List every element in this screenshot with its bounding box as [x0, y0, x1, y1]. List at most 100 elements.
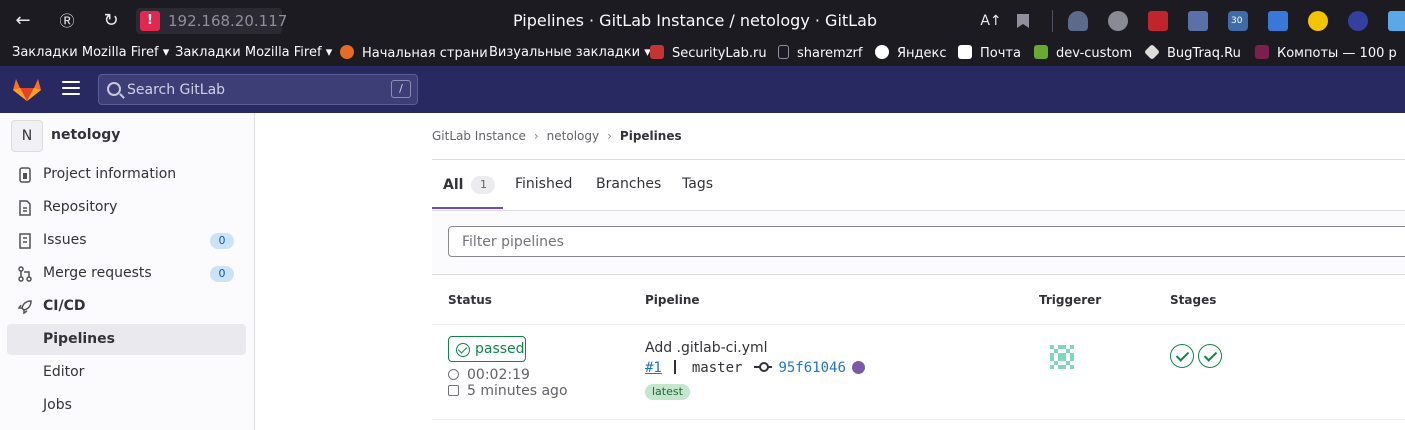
- extension-yellow-icon[interactable]: [1308, 11, 1328, 31]
- bookmark-item[interactable]: Закладки Mozilla Firef ▾: [175, 45, 332, 60]
- search-input[interactable]: Search GitLab /: [98, 74, 418, 105]
- clock-icon: [448, 369, 459, 380]
- sidebar-item-label: Jobs: [43, 397, 72, 413]
- tab-label: Finished: [515, 176, 573, 192]
- tab-label: All: [443, 177, 464, 193]
- breadcrumb-item[interactable]: netology: [547, 129, 599, 143]
- sidebar-item-project-information[interactable]: Project information: [7, 159, 246, 190]
- bookmark-item[interactable]: Начальная страни: [340, 45, 488, 61]
- yandex-icon: [875, 45, 889, 59]
- tab-count-badge: 1: [471, 176, 496, 194]
- sidebar-item-label: Repository: [43, 199, 118, 215]
- finished-text: 5 minutes ago: [467, 383, 568, 399]
- sidebar-item-repository[interactable]: Repository: [7, 192, 246, 223]
- triggerer-avatar[interactable]: [1046, 341, 1078, 373]
- bookmark-label: Яндекс: [897, 46, 947, 61]
- branch-name[interactable]: master: [692, 360, 743, 376]
- tab-tags[interactable]: Tags: [682, 176, 713, 192]
- extension-bug-icon[interactable]: [1148, 11, 1168, 31]
- bugtraq-icon: [1144, 44, 1160, 60]
- bookmark-item[interactable]: Закладки Mozilla Firef ▾: [12, 45, 169, 60]
- bookmark-item[interactable]: Почта: [958, 45, 1021, 61]
- tab-all[interactable]: All 1: [443, 176, 496, 194]
- yandex-home-icon[interactable]: Ⓡ: [54, 8, 80, 34]
- extension-mail-icon[interactable]: [1188, 11, 1208, 31]
- bookmark-star-icon[interactable]: [1010, 8, 1036, 34]
- gitlab-logo-icon[interactable]: [12, 78, 42, 102]
- pipeline-id-link[interactable]: #1: [645, 360, 662, 376]
- chevron-right-icon: ›: [533, 129, 539, 143]
- sidebar-item-editor[interactable]: Editor: [7, 357, 246, 388]
- extension-weather-icon[interactable]: 30: [1228, 11, 1248, 31]
- sidebar-item-label: Pipelines: [43, 331, 115, 347]
- bookmark-label: Компоты — 100 р: [1277, 46, 1397, 61]
- bookmark-item[interactable]: SecurityLab.ru: [650, 45, 767, 61]
- sidebar-item-label: Merge requests: [43, 265, 152, 281]
- extension-shield-icon[interactable]: [1108, 11, 1128, 31]
- insecure-warning-icon[interactable]: !: [140, 11, 160, 31]
- active-tab-indicator: [432, 207, 503, 209]
- project-name: netology: [51, 127, 121, 143]
- commit-author-avatar[interactable]: [851, 361, 865, 374]
- sidebar-item-ci-cd[interactable]: CI/CD: [7, 291, 246, 322]
- extension-cloud-icon[interactable]: [1068, 11, 1088, 31]
- column-header-pipeline: Pipeline: [645, 293, 700, 307]
- bookmark-item[interactable]: dev-custom: [1034, 45, 1132, 61]
- issues-icon: [19, 233, 31, 249]
- url-bar[interactable]: ! 192.168.20.117: [136, 8, 287, 34]
- tab-branches[interactable]: Branches: [596, 176, 661, 192]
- sidebar-item-pipelines[interactable]: Pipelines: [7, 324, 246, 355]
- menu-icon[interactable]: [62, 81, 80, 97]
- reload-icon[interactable]: ↻: [98, 8, 124, 34]
- column-header-status: Status: [448, 293, 492, 307]
- extension-globe-icon[interactable]: [1348, 11, 1368, 31]
- merge-icon: [18, 266, 32, 282]
- pipeline-ref-line: #1 master 95f61046: [645, 360, 865, 376]
- bookmark-item[interactable]: Яндекс: [875, 45, 947, 61]
- rocket-icon: [17, 300, 32, 315]
- commit-title[interactable]: Add .gitlab-ci.yml: [645, 340, 768, 356]
- search-placeholder: Search GitLab: [127, 82, 226, 98]
- search-shortcut-hint: /: [391, 80, 411, 98]
- breadcrumb-item[interactable]: GitLab Instance: [432, 129, 526, 143]
- bookmark-label: Почта: [980, 46, 1021, 61]
- tab-finished[interactable]: Finished: [515, 176, 572, 192]
- sidebar-item-issues[interactable]: Issues 0: [7, 225, 246, 256]
- table-header-divider: [432, 324, 1405, 325]
- sidebar-item-merge-requests[interactable]: Merge requests 0: [7, 258, 246, 289]
- stage-status-passed-icon[interactable]: [1170, 344, 1194, 368]
- sidebar-item-label: Editor: [43, 364, 85, 380]
- stage-status-passed-icon[interactable]: [1198, 344, 1222, 368]
- column-header-stages: Stages: [1170, 293, 1217, 307]
- doc-icon: [19, 200, 31, 216]
- browser-titlebar: ← Ⓡ ↻ ! 192.168.20.117 Pipelines · GitLa…: [0, 0, 1405, 42]
- column-header-triggerer: Triggerer: [1039, 293, 1102, 307]
- bookmark-item[interactable]: Визуальные закладки ▾: [489, 45, 651, 60]
- filter-pipelines-input[interactable]: Filter pipelines: [448, 226, 1405, 257]
- bookmark-item[interactable]: sharemzrf: [778, 45, 862, 61]
- chevron-down-icon: ▾: [325, 45, 333, 60]
- breadcrumb: GitLab Instance › netology › Pipelines: [432, 129, 682, 143]
- bookmark-label: dev-custom: [1056, 46, 1133, 61]
- back-icon[interactable]: ←: [10, 8, 36, 34]
- header-divider: [432, 159, 1405, 160]
- sidebar-item-jobs[interactable]: Jobs: [7, 390, 246, 421]
- pipeline-duration: 00:02:19: [448, 367, 530, 383]
- duration-text: 00:02:19: [467, 367, 530, 383]
- info-icon: [19, 167, 31, 183]
- sidebar-item-label: Project information: [43, 166, 177, 182]
- sidebar-item-label: Issues: [43, 232, 87, 248]
- latest-badge: latest: [645, 384, 690, 400]
- bookmark-item[interactable]: BugTraq.Ru: [1144, 44, 1241, 61]
- extension-blue-icon[interactable]: [1388, 11, 1405, 31]
- table-row-divider: [432, 419, 1405, 420]
- tab-label: Branches: [596, 176, 662, 192]
- tab-label: Tags: [682, 176, 713, 192]
- filter-placeholder: Filter pipelines: [462, 234, 564, 250]
- extension-translate-icon[interactable]: [1268, 11, 1288, 31]
- status-badge[interactable]: passed: [448, 336, 526, 362]
- bookmark-item[interactable]: Компоты — 100 р: [1255, 45, 1397, 61]
- commit-sha-link[interactable]: 95f61046: [778, 360, 845, 376]
- breadcrumb-current[interactable]: Pipelines: [620, 129, 682, 143]
- translate-icon[interactable]: A↑: [978, 8, 1004, 34]
